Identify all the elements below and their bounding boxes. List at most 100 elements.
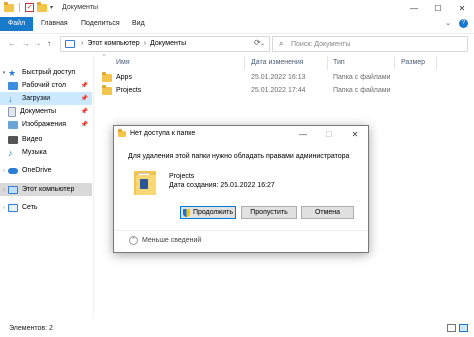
- pin-icon: 📌: [80, 96, 88, 102]
- search-icon: ⌕: [279, 39, 284, 48]
- expand-icon[interactable]: ▾: [0, 70, 8, 76]
- sidebar-item-label: Изображения: [22, 121, 66, 128]
- dialog-close-button[interactable]: ✕: [342, 126, 368, 143]
- pin-icon: 📌: [80, 109, 88, 115]
- cloud-icon: [8, 167, 18, 174]
- dialog-created-date: Дата создания: 25.01.2022 16:27: [169, 182, 275, 189]
- dialog-maximize-button: ☐: [325, 130, 333, 139]
- file-name: Apps: [116, 74, 132, 81]
- address-row: ← → ⌄ ↑ › Этот компьютер › Документы ⌄ ⟳…: [0, 33, 474, 53]
- expand-icon[interactable]: ›: [0, 187, 8, 193]
- help-icon[interactable]: ?: [459, 19, 468, 28]
- tab-file[interactable]: Файл: [0, 17, 33, 31]
- access-denied-dialog: Нет доступа к папке — ☐ ✕ Для удаления э…: [113, 125, 369, 253]
- sidebar-item-onedrive[interactable]: › OneDrive: [0, 164, 92, 177]
- folder-icon: [118, 128, 126, 137]
- expand-icon[interactable]: ›: [0, 168, 8, 174]
- desktop-icon: [8, 81, 18, 90]
- uac-shield-icon: [182, 208, 190, 217]
- details-view-icon[interactable]: [447, 324, 456, 332]
- sidebar-item-label: Музыка: [22, 149, 47, 156]
- sidebar-item-label: Документы: [20, 108, 57, 115]
- search-box[interactable]: ⌕ Поиск: Документы: [272, 36, 468, 52]
- sidebar-item-documents[interactable]: Документы 📌: [0, 105, 92, 118]
- sidebar-item-label: Видео: [22, 136, 43, 143]
- tab-view[interactable]: Вид: [132, 17, 145, 31]
- sidebar-item-label: Сеть: [22, 204, 38, 211]
- continue-button[interactable]: Продолжить: [180, 206, 236, 219]
- sidebar-item-label: Загрузки: [22, 95, 51, 102]
- up-button[interactable]: ↑: [47, 39, 51, 48]
- large-icons-view-icon[interactable]: [459, 324, 468, 332]
- tab-share[interactable]: Поделиться: [81, 17, 120, 31]
- search-placeholder[interactable]: Поиск: Документы: [291, 41, 350, 48]
- column-type[interactable]: Тип: [333, 59, 345, 66]
- breadcrumb-documents[interactable]: Документы: [150, 40, 186, 47]
- customize-toolbar-icon[interactable]: ▾: [50, 4, 53, 11]
- continue-button-label: Продолжить: [192, 209, 234, 216]
- quick-access-toolbar: ✓ ▾: [4, 1, 53, 12]
- address-bar[interactable]: › Этот компьютер › Документы ⌄: [60, 36, 270, 52]
- network-icon: [8, 203, 18, 212]
- music-icon: ♪: [8, 147, 13, 158]
- less-details-toggle[interactable]: ^ Меньше сведений: [129, 236, 201, 245]
- maximize-button[interactable]: ☐: [426, 0, 450, 17]
- folder-icon: [102, 72, 112, 82]
- sidebar-item-this-pc[interactable]: › Этот компьютер: [0, 183, 92, 196]
- folder-icon: [4, 1, 14, 12]
- dialog-title: Нет доступа к папке: [130, 130, 196, 137]
- file-type: Папка с файлами: [333, 87, 391, 94]
- column-headers: ^ Имя Дата изменения Тип Размер: [96, 54, 474, 70]
- dialog-file-name: Projects: [169, 173, 195, 180]
- folder-icon: [102, 85, 112, 95]
- minimize-button[interactable]: —: [402, 0, 426, 17]
- video-icon: [8, 135, 18, 144]
- expand-ribbon-icon[interactable]: ⌄: [445, 19, 451, 28]
- pin-icon: 📌: [80, 122, 88, 128]
- refresh-icon[interactable]: ⟳: [254, 38, 261, 47]
- download-icon: ↓: [8, 93, 13, 104]
- column-name[interactable]: Имя: [116, 59, 130, 66]
- sidebar-item-quick-access[interactable]: ▾ ★ Быстрый доступ: [0, 66, 92, 79]
- close-button[interactable]: ✕: [450, 0, 474, 17]
- new-folder-icon[interactable]: [37, 1, 47, 12]
- expand-icon[interactable]: ›: [0, 205, 8, 211]
- sidebar-item-video[interactable]: Видео: [0, 133, 92, 146]
- file-row[interactable]: Projects 25.01.2022 17:44 Папка с файлам…: [96, 84, 426, 97]
- sidebar-item-desktop[interactable]: Рабочий стол 📌: [0, 79, 92, 92]
- dialog-minimize-button[interactable]: —: [290, 126, 316, 143]
- recent-locations-button[interactable]: ⌄: [36, 40, 41, 47]
- breadcrumb-separator: ›: [81, 40, 84, 47]
- column-date-modified[interactable]: Дата изменения: [251, 59, 304, 66]
- computer-icon: [65, 40, 75, 48]
- back-button[interactable]: ←: [8, 39, 16, 48]
- dialog-title-bar: Нет доступа к папке: [118, 128, 196, 137]
- sidebar-item-pictures[interactable]: Изображения 📌: [0, 118, 92, 131]
- skip-button[interactable]: Пропустить: [241, 206, 297, 219]
- chevron-up-icon: ^: [129, 236, 138, 245]
- window-title: Документы: [62, 4, 99, 11]
- navigation-pane: ▾ ★ Быстрый доступ Рабочий стол 📌 ↓ Загр…: [0, 56, 92, 318]
- sidebar-item-label: Этот компьютер: [22, 186, 75, 193]
- file-row[interactable]: Apps 25.01.2022 16:13 Папка с файлами: [96, 71, 426, 84]
- sort-indicator: ^: [103, 54, 106, 60]
- sidebar-item-network[interactable]: › Сеть: [0, 201, 92, 214]
- sidebar-item-music[interactable]: ♪ Музыка: [0, 146, 92, 159]
- sidebar-item-downloads[interactable]: ↓ Загрузки 📌: [0, 92, 92, 105]
- sidebar-item-label: Быстрый доступ: [22, 69, 76, 76]
- file-type: Папка с файлами: [333, 74, 391, 81]
- explorer-window: ✓ ▾ Документы — ☐ ✕ Файл Главная Поделит…: [0, 0, 474, 337]
- documents-icon: [8, 106, 16, 117]
- breadcrumb-this-pc[interactable]: Этот компьютер: [87, 40, 139, 47]
- pictures-icon: [8, 120, 18, 129]
- column-size[interactable]: Размер: [401, 59, 425, 66]
- pin-icon: 📌: [80, 83, 88, 89]
- tab-home[interactable]: Главная: [41, 17, 68, 31]
- file-modified: 25.01.2022 17:44: [251, 87, 306, 94]
- properties-icon[interactable]: ✓: [25, 3, 34, 12]
- forward-button[interactable]: →: [22, 39, 30, 48]
- folder-large-icon: [134, 169, 158, 195]
- cancel-button[interactable]: Отмена: [301, 206, 354, 219]
- computer-icon: [8, 185, 18, 194]
- star-icon: ★: [8, 67, 17, 78]
